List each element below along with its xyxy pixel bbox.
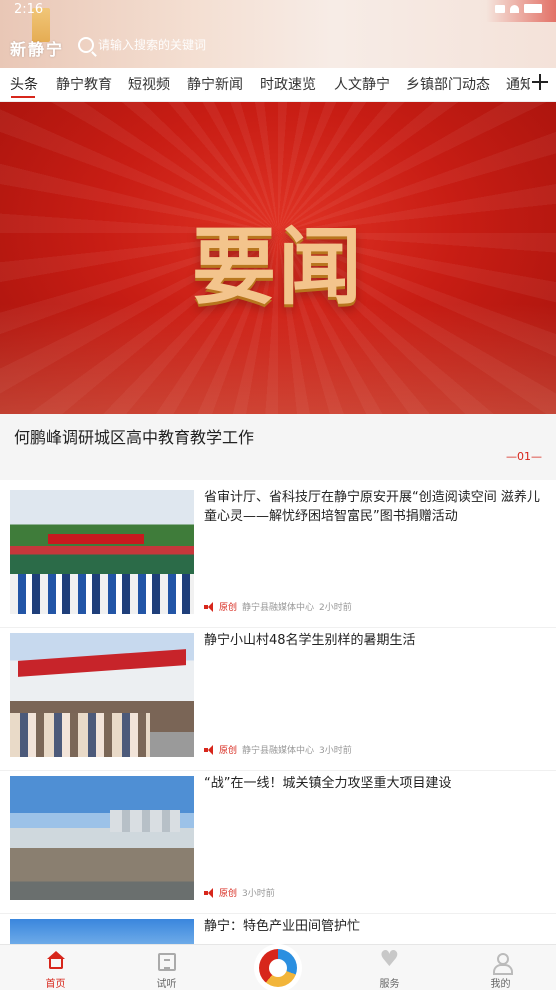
thumb-people <box>10 713 150 757</box>
speaker-icon <box>204 745 214 754</box>
article-tag: 原创 <box>219 889 238 899</box>
news-item[interactable]: 静宁小山村48名学生别样的暑期生活 原创 静宁县融媒体中心 3小时前 <box>0 631 556 771</box>
article-tag: 原创 <box>219 603 238 613</box>
thumb-crowd <box>10 574 194 614</box>
article-title: 静宁：特色产业田间管护忙 <box>204 919 361 934</box>
media-icon <box>157 953 176 971</box>
article-source: 静宁县融媒体中心 <box>242 603 315 613</box>
app-brand: 新静宁 <box>10 40 65 59</box>
nav-label: 试听 <box>156 979 177 990</box>
nav-home[interactable]: 首页 <box>0 945 111 990</box>
article-tag: 原创 <box>219 746 238 756</box>
tab-short-video[interactable]: 短视频 <box>128 74 170 94</box>
nav-mine[interactable]: 我的 <box>445 945 556 990</box>
signal-icon <box>495 4 505 13</box>
search-bar[interactable]: 请输入搜索的关键词 <box>78 36 206 53</box>
thumb-buildings <box>110 810 180 832</box>
thumb-sign <box>18 649 186 677</box>
app-logo-center <box>269 959 287 977</box>
article-thumbnail <box>10 919 194 944</box>
nav-label: 服务 <box>379 979 400 990</box>
article-time: 3小时前 <box>319 746 352 756</box>
home-icon <box>46 951 65 969</box>
speaker-icon <box>204 888 214 897</box>
featured-title: 何鹏峰调研城区高中教育教学工作 <box>14 428 255 447</box>
article-time: 2小时前 <box>319 603 352 613</box>
tab-headlines[interactable]: 头条 <box>10 74 38 94</box>
tab-news[interactable]: 静宁新闻 <box>187 74 243 94</box>
battery-icon <box>524 4 542 13</box>
app-logo-button[interactable] <box>256 946 300 990</box>
tab-education[interactable]: 静宁教育 <box>56 74 112 94</box>
article-thumbnail <box>10 633 194 757</box>
nav-label: 首页 <box>45 979 66 990</box>
banner-headline: 要闻 <box>191 217 364 316</box>
category-tabs: 头条 静宁教育 短视频 静宁新闻 时政速览 人文静宁 乡镇部门动态 通知 <box>0 68 556 102</box>
article-title: 静宁小山村48名学生别样的暑期生活 <box>204 633 416 648</box>
article-thumbnail <box>10 776 194 900</box>
featured-caption[interactable]: 何鹏峰调研城区高中教育教学工作 —01— <box>0 414 556 480</box>
article-meta: 原创 3小时前 <box>204 886 275 899</box>
article-meta: 原创 静宁县融媒体中心 3小时前 <box>204 743 352 756</box>
news-item[interactable]: “战”在一线！城关镇全力攻坚重大项目建设 原创 3小时前 <box>0 774 556 914</box>
article-meta: 原创 静宁县融媒体中心 2小时前 <box>204 600 352 613</box>
tab-politics[interactable]: 时政速览 <box>260 74 316 94</box>
section-divider <box>0 480 556 488</box>
tab-township[interactable]: 乡镇部门动态 <box>406 74 490 94</box>
thumb-banner <box>48 534 144 544</box>
search-icon <box>78 36 94 53</box>
app-screen: 2:16 新静宁 请输入搜索的关键词 头条 静宁教育 短视频 静宁新闻 时政速览… <box>0 0 556 990</box>
status-time: 2:16 <box>14 2 44 17</box>
featured-banner[interactable]: 要闻 <box>0 102 556 414</box>
nav-label: 我的 <box>490 979 511 990</box>
article-title: “战”在一线！城关镇全力攻坚重大项目建设 <box>204 776 452 791</box>
article-time: 3小时前 <box>242 889 275 899</box>
app-header: 2:16 新静宁 请输入搜索的关键词 <box>0 0 556 68</box>
carousel-counter: —01— <box>506 450 542 463</box>
active-tab-indicator <box>11 96 35 98</box>
tab-culture[interactable]: 人文静宁 <box>334 74 390 94</box>
nav-service[interactable]: 服务 <box>334 945 445 990</box>
news-item[interactable]: 静宁：特色产业田间管护忙 <box>0 917 556 944</box>
speaker-icon <box>204 602 214 611</box>
wifi-icon <box>510 4 519 13</box>
news-item[interactable]: 省审计厅、省科技厅在静宁原安开展“创造阅读空间 滋养儿童心灵——解忧纾困培智富民… <box>0 488 556 628</box>
user-icon <box>492 953 513 975</box>
add-channel-icon[interactable] <box>530 72 550 92</box>
article-thumbnail <box>10 490 194 614</box>
service-icon <box>380 947 400 972</box>
search-placeholder: 请输入搜索的关键词 <box>98 38 207 52</box>
article-title: 省审计厅、省科技厅在静宁原安开展“创造阅读空间 滋养儿童心灵——解忧纾困培智富民… <box>204 490 540 524</box>
nav-listen[interactable]: 试听 <box>111 945 222 990</box>
status-icons <box>495 4 542 13</box>
article-source: 静宁县融媒体中心 <box>242 746 315 756</box>
